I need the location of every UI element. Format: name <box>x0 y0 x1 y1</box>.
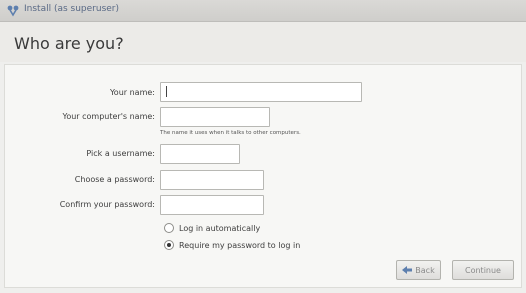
login-auto-radio[interactable] <box>164 223 174 233</box>
computer-name-input[interactable] <box>160 107 270 127</box>
login-auto-option[interactable]: Log in automatically <box>164 221 260 235</box>
computer-name-hint: The name it uses when it talks to other … <box>160 130 301 136</box>
confirm-password-label: Confirm your password: <box>59 200 155 209</box>
page-title: Who are you? <box>14 34 124 53</box>
require-password-option[interactable]: Require my password to log in <box>164 238 300 252</box>
login-auto-label: Log in automatically <box>179 223 261 233</box>
username-label: Pick a username: <box>86 149 155 158</box>
username-input[interactable] <box>160 144 240 164</box>
back-button[interactable]: Back <box>396 260 441 280</box>
text-cursor <box>166 86 167 97</box>
installer-window: Install (as superuser) Who are you? Your… <box>0 0 526 293</box>
continue-label: Continue <box>465 265 501 275</box>
computer-name-label: Your computer's name: <box>62 112 156 121</box>
password-input[interactable] <box>160 170 264 190</box>
continue-button[interactable]: Continue <box>452 260 514 280</box>
your-name-label: Your name: <box>109 88 155 97</box>
require-password-radio[interactable] <box>164 240 174 250</box>
confirm-password-input[interactable] <box>160 195 264 215</box>
your-name-input[interactable] <box>160 82 362 102</box>
installer-icon <box>7 5 19 17</box>
title-bar: Install (as superuser) <box>0 0 526 22</box>
back-arrow-icon <box>402 266 413 274</box>
require-password-label: Require my password to log in <box>179 240 301 250</box>
back-label: Back <box>415 265 435 275</box>
password-label: Choose a password: <box>74 175 155 184</box>
window-title: Install (as superuser) <box>24 4 120 14</box>
